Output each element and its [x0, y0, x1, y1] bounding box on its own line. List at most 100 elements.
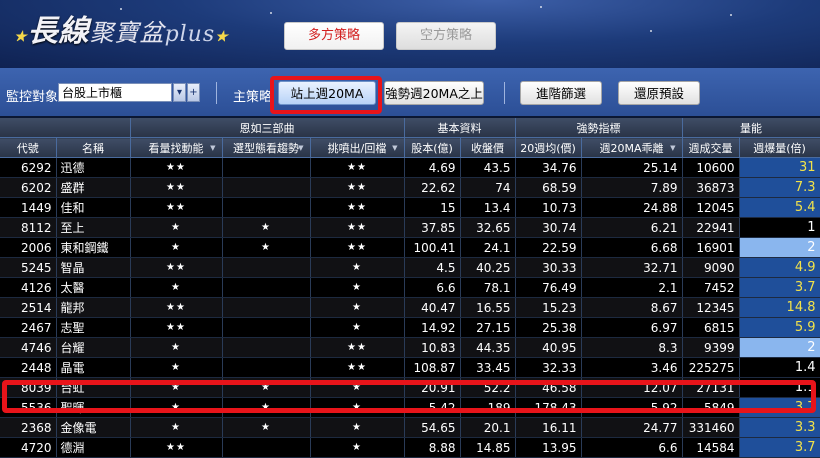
stock-name-cell: 至上 [56, 217, 131, 238]
stock-code-cell: 2006 [0, 237, 57, 258]
sort-down-icon[interactable]: ▼ [392, 144, 397, 152]
rating-volume-cell: ★ [130, 237, 223, 258]
capital-cell: 6.6 [404, 277, 461, 298]
stock-code-cell: 6292 [0, 157, 57, 178]
add-icon[interactable]: + [187, 83, 200, 102]
rating-pattern-cell [222, 257, 311, 278]
close-price-cell: 189 [460, 397, 516, 418]
sparkle [650, 30, 652, 32]
col-volume-ratio[interactable]: 週爆量(倍) [739, 137, 820, 158]
ma20-deviation-cell: 6.21 [581, 217, 683, 238]
weekly-volume-cell: 7452 [682, 277, 740, 298]
table-row[interactable]: 8112 至上 ★ ★ ★★ 37.85 32.65 30.74 6.21 22941 1 [0, 217, 820, 238]
stock-name-cell: 迅德 [56, 157, 131, 178]
table-row[interactable]: 1449 佳和 ★★ ★★ 15 13.4 10.73 24.88 12045 5.4 [0, 197, 820, 218]
rating-pattern-cell: ★ [222, 217, 311, 238]
weekly-volume-cell: 5849 [682, 397, 740, 418]
col-code[interactable]: 代號 [0, 137, 57, 158]
close-price-cell: 44.35 [460, 337, 516, 358]
sort-down-icon[interactable]: ▼ [298, 144, 303, 152]
col-pattern-trend[interactable]: 選型態看趨勢 ▼ [222, 137, 311, 158]
col-ma20-deviation[interactable]: 週20MA乖離 ▼ [581, 137, 683, 158]
ma20-deviation-cell: 24.77 [581, 417, 683, 438]
table-row[interactable]: 4746 台耀 ★ ★★ 10.83 44.35 40.95 8.3 9399 2 [0, 337, 820, 358]
stock-name-cell: 金像電 [56, 417, 131, 438]
table-row[interactable]: 4720 德淵 ★★ ★ 8.88 14.85 13.95 6.6 14584 3.7 [0, 437, 820, 458]
volume-ratio-cell: 1.4 [739, 357, 820, 378]
capital-cell: 22.62 [404, 177, 461, 198]
close-price-cell: 52.2 [460, 377, 516, 398]
table-row[interactable]: 2448 晶電 ★ ★★ 108.87 33.45 32.33 3.46 225275 1.4 [0, 357, 820, 378]
table-row[interactable]: 2467 志聖 ★★ ★ 14.92 27.15 25.38 6.97 6815 5.9 [0, 317, 820, 338]
market-select[interactable]: 台股上市櫃 [58, 83, 172, 102]
ma20-price-cell: 30.33 [515, 257, 582, 278]
table-row[interactable]: 5245 智晶 ★★ ★ 4.5 40.25 30.33 32.71 9090 4.9 [0, 257, 820, 278]
rating-volume-cell: ★★ [130, 317, 223, 338]
table-row[interactable]: 6202 盛群 ★★ ★★ 22.62 74 68.59 7.89 36873 7.3 [0, 177, 820, 198]
close-price-cell: 20.1 [460, 417, 516, 438]
sort-down-icon[interactable]: ▼ [210, 144, 215, 152]
ma20-deviation-cell: 8.67 [581, 297, 683, 318]
table-row[interactable]: 2368 金像電 ★ ★ ★ 54.65 20.1 16.11 24.77 331460 3.3 [0, 417, 820, 438]
table-row[interactable]: 6292 迅德 ★★ ★★ 4.69 43.5 34.76 25.14 10600 31 [0, 157, 820, 178]
chevron-down-icon[interactable]: ▾ [173, 83, 186, 102]
capital-cell: 108.87 [404, 357, 461, 378]
bear-strategy-button[interactable]: 空方策略 [396, 22, 496, 50]
col-capital[interactable]: 股本(億) [404, 137, 461, 158]
volume-ratio-cell: 14.8 [739, 297, 820, 318]
table-row[interactable]: 4126 太醫 ★ ★ 6.6 78.1 76.49 2.1 7452 3.7 [0, 277, 820, 298]
table-row[interactable]: 8039 台虹 ★ ★ ★ 20.91 52.2 46.58 12.07 27131 1.1 [0, 377, 820, 398]
advanced-filter-button[interactable]: 進階篩選 [520, 81, 602, 105]
ma20-deviation-cell: 7.89 [581, 177, 683, 198]
table-row[interactable]: 2514 龍邦 ★★ ★ 40.47 16.55 15.23 8.67 12345 14.8 [0, 297, 820, 318]
bull-strategy-button[interactable]: 多方策略 [284, 22, 384, 50]
col-volume-momentum[interactable]: 看量找動能 ▼ [130, 137, 223, 158]
rating-pattern-cell [222, 157, 311, 178]
ma20-price-cell: 15.23 [515, 297, 582, 318]
col-breakout-pullback[interactable]: 挑噴出/回檔 ▼ [310, 137, 405, 158]
ma20-price-cell: 178.43 [515, 397, 582, 418]
sort-down-icon[interactable]: ▼ [670, 144, 675, 152]
col-close[interactable]: 收盤價 [460, 137, 516, 158]
close-price-cell: 16.55 [460, 297, 516, 318]
rating-breakout-cell: ★ [310, 397, 405, 418]
monitor-label: 監控對象 [6, 90, 59, 105]
close-price-cell: 74 [460, 177, 516, 198]
stock-code-cell: 8039 [0, 377, 57, 398]
stock-code-cell: 2368 [0, 417, 57, 438]
ma20-price-cell: 34.76 [515, 157, 582, 178]
strategy-label: 主策略 [233, 90, 273, 105]
weekly-volume-cell: 16901 [682, 237, 740, 258]
rating-volume-cell: ★ [130, 397, 223, 418]
col-weekly-volume[interactable]: 週成交量 [682, 137, 740, 158]
stock-code-cell: 4720 [0, 437, 57, 458]
table-row[interactable]: 5536 聖暉 ★ ★ ★ 5.42 189 178.43 5.92 5849 3.7 [0, 397, 820, 418]
close-price-cell: 24.1 [460, 237, 516, 258]
ma20-deviation-cell: 24.88 [581, 197, 683, 218]
rating-volume-cell: ★ [130, 277, 223, 298]
rating-breakout-cell: ★★ [310, 217, 405, 238]
volume-ratio-cell: 3.7 [739, 437, 820, 458]
rating-breakout-cell: ★ [310, 417, 405, 438]
capital-cell: 20.91 [404, 377, 461, 398]
rating-pattern-cell [222, 317, 311, 338]
rating-breakout-cell: ★ [310, 317, 405, 338]
app-logo: ★長線聚寶盆plus★ [14, 14, 229, 49]
stock-code-cell: 2448 [0, 357, 57, 378]
stock-name-cell: 德淵 [56, 437, 131, 458]
group-header-three-steps: 恩如三部曲 [130, 118, 405, 138]
col-ma20[interactable]: 20週均(價) [515, 137, 582, 158]
volume-ratio-cell: 2 [739, 237, 820, 258]
ma20-price-cell: 13.95 [515, 437, 582, 458]
stand-above-20ma-button[interactable]: 站上週20MA [278, 81, 376, 105]
col-name[interactable]: 名稱 [56, 137, 131, 158]
divider [504, 82, 505, 104]
ma20-deviation-cell: 5.92 [581, 397, 683, 418]
reset-default-button[interactable]: 還原預設 [618, 81, 700, 105]
table-row[interactable]: 2006 東和鋼鐵 ★ ★ ★★ 100.41 24.1 22.59 6.68 16901 2 [0, 237, 820, 258]
ma20-deviation-cell: 6.68 [581, 237, 683, 258]
ma20-deviation-cell: 25.14 [581, 157, 683, 178]
ma20-deviation-cell: 6.6 [581, 437, 683, 458]
strong-above-20ma-button[interactable]: 強勢週20MA之上 [384, 81, 484, 105]
rating-volume-cell: ★ [130, 337, 223, 358]
